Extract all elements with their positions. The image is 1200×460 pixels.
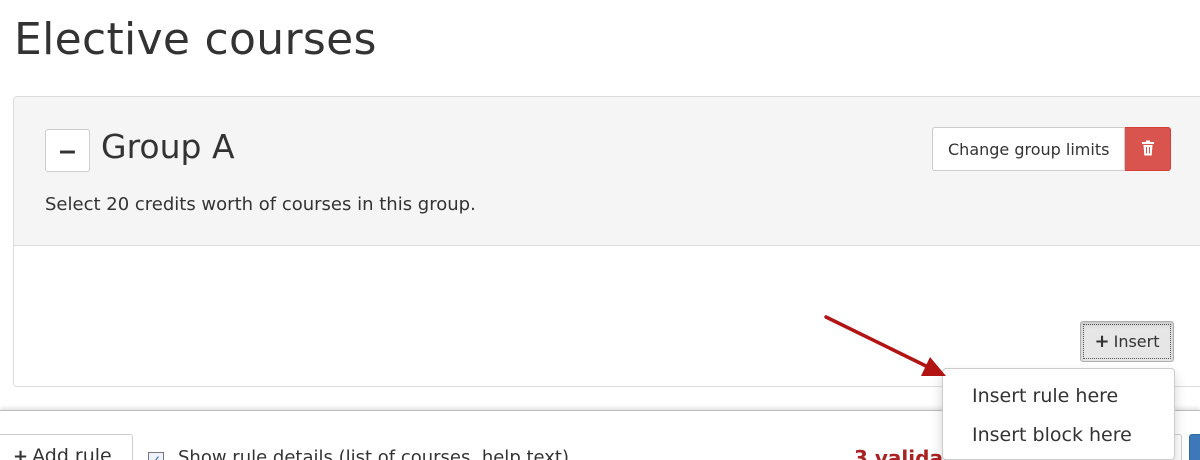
- annotation-arrow: [824, 315, 946, 376]
- insert-dropdown-menu: Insert rule here Insert block here: [942, 368, 1175, 460]
- group-header: – Group A Select 20 credits worth of cou…: [14, 97, 1200, 246]
- group-panel: – Group A Select 20 credits worth of cou…: [13, 96, 1200, 387]
- collapse-button[interactable]: –: [45, 129, 90, 172]
- show-details-checkbox[interactable]: ✓: [148, 452, 164, 460]
- insert-button[interactable]: + Insert: [1080, 321, 1174, 362]
- menu-item-insert-rule[interactable]: Insert rule here: [972, 385, 1118, 407]
- menu-item-insert-block[interactable]: Insert block here: [972, 424, 1132, 446]
- trash-icon: [1141, 140, 1155, 159]
- plus-icon: +: [1094, 331, 1110, 352]
- group-actions: Change group limits: [932, 127, 1172, 171]
- footer-primary-button[interactable]: [1189, 434, 1200, 460]
- plus-icon: +: [13, 445, 29, 460]
- group-description: Select 20 credits worth of courses in th…: [45, 194, 476, 215]
- insert-button-label: Insert: [1113, 332, 1160, 351]
- change-group-limits-button[interactable]: Change group limits: [932, 127, 1126, 171]
- page-title: Elective courses: [14, 14, 377, 65]
- group-title: Group A: [101, 127, 235, 166]
- show-details-label: Show rule details (list of courses, help…: [178, 447, 570, 460]
- add-rule-label: Add rule: [32, 445, 112, 460]
- add-rule-button[interactable]: + Add rule: [0, 434, 133, 460]
- delete-group-button[interactable]: [1125, 127, 1172, 171]
